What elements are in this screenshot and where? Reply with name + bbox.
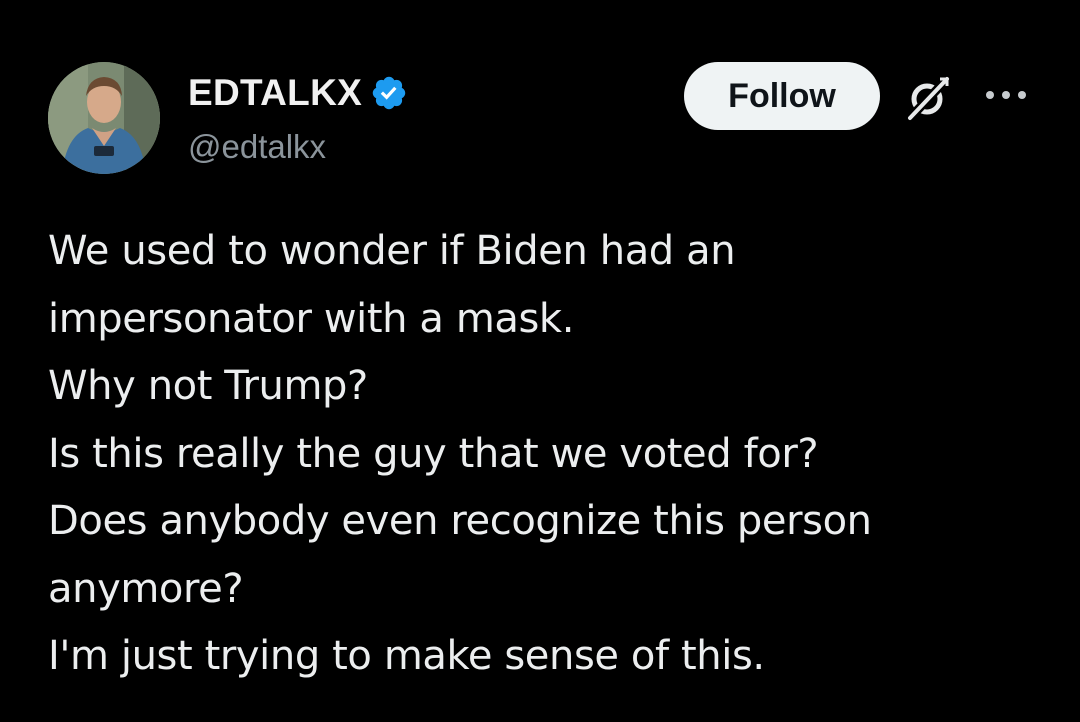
tweet-card: EDTALKX @edtalkx Follow We used to wonde… <box>0 0 1080 722</box>
tweet-text-line: I'm just trying to make sense of this. <box>48 633 765 679</box>
tweet-text-line: We used to wonder if Biden had an <box>48 228 736 274</box>
name-row: EDTALKX <box>188 70 408 116</box>
verified-badge-icon <box>372 76 406 110</box>
avatar[interactable] <box>48 62 160 174</box>
tweet-text-line: Is this really the guy that we voted for… <box>48 430 819 477</box>
grok-icon[interactable] <box>900 70 956 126</box>
tweet-text-line: anymore? <box>48 565 244 612</box>
avatar-image <box>48 62 160 174</box>
user-handle[interactable]: @edtalkx <box>188 128 326 166</box>
display-name[interactable]: EDTALKX <box>188 72 362 114</box>
follow-button[interactable]: Follow <box>684 62 880 130</box>
tweet-text-line: Why not Trump? <box>48 363 368 409</box>
tweet-text-line: Does anybody even recognize this person <box>48 498 872 544</box>
tweet-header: EDTALKX @edtalkx Follow <box>48 62 1038 178</box>
more-icon[interactable] <box>978 80 1034 110</box>
tweet-text: We used to wonder if Biden had an impers… <box>48 218 1038 691</box>
tweet-text-line: impersonator with a mask. <box>48 295 575 342</box>
